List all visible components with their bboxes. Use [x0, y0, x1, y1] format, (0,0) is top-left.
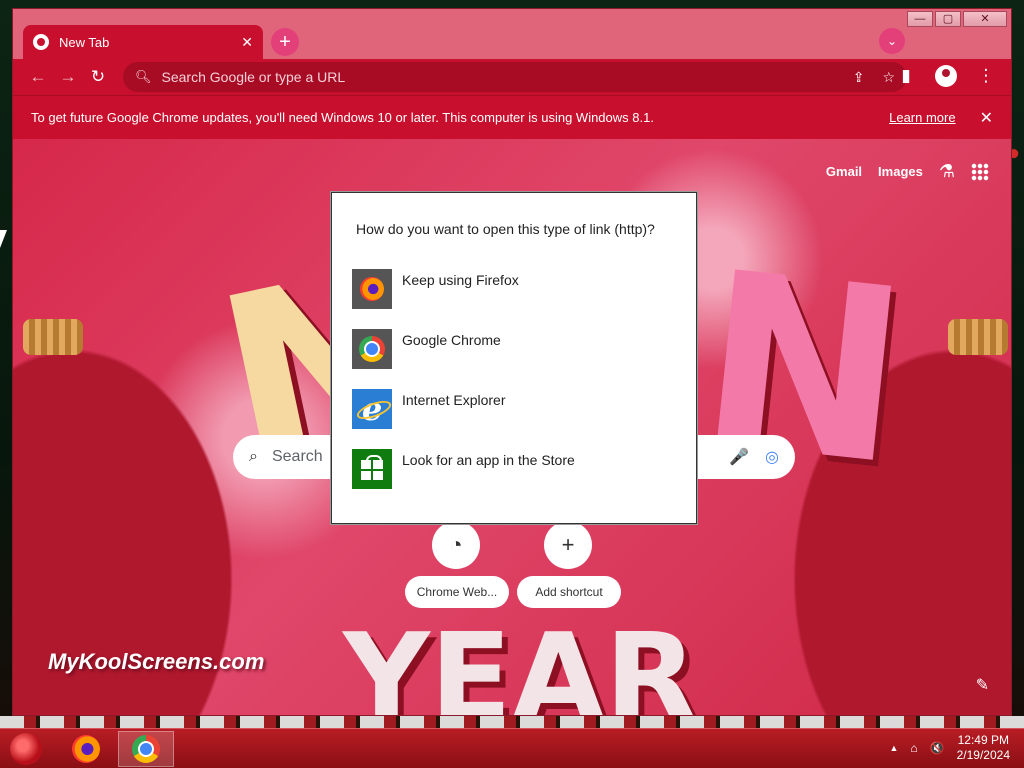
- search-icon: 🔍︎: [135, 69, 152, 84]
- option-google-chrome[interactable]: Google Chrome: [352, 319, 672, 379]
- update-infobar: To get future Google Chrome updates, you…: [13, 95, 1011, 139]
- ornament-cap-left: [23, 319, 83, 355]
- mouse-cursor: [0, 230, 7, 248]
- firefox-icon: [72, 735, 100, 763]
- store-icon: [352, 449, 392, 489]
- show-hidden-icons-icon[interactable]: ▲: [889, 743, 898, 753]
- chrome-icon: [132, 735, 160, 763]
- reload-icon[interactable]: ↻: [83, 67, 113, 87]
- dialog-title: How do you want to open this type of lin…: [356, 221, 655, 237]
- side-panel-icon[interactable]: ▮: [891, 66, 921, 86]
- firefox-icon: [352, 269, 392, 309]
- windows-taskbar: ▲ ⌂ 🔇 12:49 PM 2/19/2024: [0, 728, 1024, 768]
- chrome-favicon-icon: [33, 34, 49, 50]
- taskbar-chrome[interactable]: [118, 731, 174, 767]
- internet-explorer-icon: [352, 389, 392, 429]
- ntp-search-placeholder: Search: [271, 448, 323, 465]
- tab-close-icon[interactable]: ✕: [241, 34, 253, 51]
- new-tab-button[interactable]: +: [271, 28, 299, 56]
- add-shortcut-button[interactable]: Add shortcut: [517, 576, 621, 608]
- option-label: Internet Explorer: [402, 392, 506, 408]
- tab-new-tab[interactable]: New Tab ✕: [23, 25, 263, 59]
- gmail-link[interactable]: Gmail: [826, 164, 862, 179]
- option-label: Keep using Firefox: [402, 272, 519, 288]
- forward-arrow-icon[interactable]: →: [53, 67, 83, 87]
- infobar-close-icon[interactable]: ✕: [980, 108, 993, 128]
- customize-pencil-icon[interactable]: ✎: [976, 675, 989, 695]
- microphone-icon[interactable]: 🎤: [729, 447, 749, 467]
- learn-more-link[interactable]: Learn more: [889, 110, 955, 125]
- menu-kebab-icon[interactable]: ⋮: [971, 66, 1001, 86]
- tab-title: New Tab: [59, 34, 110, 50]
- option-internet-explorer[interactable]: Internet Explorer: [352, 379, 672, 439]
- network-icon[interactable]: ⌂: [910, 741, 917, 755]
- apps-grid-icon[interactable]: [971, 162, 989, 181]
- maximize-button[interactable]: ▢: [935, 11, 961, 27]
- option-keep-firefox[interactable]: Keep using Firefox: [352, 259, 672, 319]
- option-store[interactable]: Look for an app in the Store: [352, 439, 672, 499]
- option-label: Google Chrome: [402, 332, 501, 348]
- volume-muted-icon[interactable]: 🔇: [930, 741, 945, 755]
- ntp-top-links: Gmail Images ⚗: [826, 161, 989, 182]
- window-controls: — ▢ ✕: [907, 11, 1007, 27]
- clock-time: 12:49 PM: [957, 733, 1009, 747]
- share-icon[interactable]: ⇪: [853, 69, 865, 86]
- chrome-icon: [352, 329, 392, 369]
- close-window-button[interactable]: ✕: [963, 11, 1007, 27]
- watermark-text: MyKoolScreens.com: [48, 649, 265, 674]
- clock[interactable]: 12:49 PM 2/19/2024: [957, 733, 1010, 763]
- taskbar-firefox[interactable]: [58, 731, 114, 767]
- browser-toolbar: ← → ↻ 🔍︎ Search Google or type a URL ⇪ ☆…: [13, 59, 1011, 95]
- minimize-button[interactable]: —: [907, 11, 933, 27]
- back-arrow-icon[interactable]: ←: [23, 67, 53, 87]
- clock-date: 2/19/2024: [956, 748, 1010, 762]
- decor-year: YEAR: [343, 609, 698, 716]
- address-bar[interactable]: 🔍︎ Search Google or type a URL ⇪ ☆: [123, 62, 907, 92]
- tab-strip: New Tab ✕ + ⌄ — ▢ ✕: [13, 9, 1011, 59]
- profile-avatar[interactable]: [935, 65, 957, 87]
- search-icon: ⌕: [249, 448, 258, 465]
- add-shortcut-plus-icon[interactable]: +: [544, 521, 592, 569]
- google-lens-icon[interactable]: ◎: [765, 447, 779, 467]
- system-tray: ▲ ⌂ 🔇 12:49 PM 2/19/2024: [889, 733, 1010, 763]
- open-with-dialog: How do you want to open this type of lin…: [331, 192, 697, 524]
- start-button[interactable]: [10, 733, 42, 765]
- taskbar-decor-strip: [0, 716, 1024, 728]
- chrome-web-store-shortcut-icon[interactable]: ◔: [432, 521, 480, 569]
- images-link[interactable]: Images: [878, 164, 923, 179]
- option-label: Look for an app in the Store: [402, 452, 575, 468]
- tab-search-button[interactable]: ⌄: [879, 28, 905, 54]
- ornament-cap-right: [948, 319, 1008, 355]
- labs-flask-icon[interactable]: ⚗: [939, 161, 955, 182]
- chrome-web-store-shortcut[interactable]: Chrome Web...: [405, 576, 509, 608]
- infobar-message: To get future Google Chrome updates, you…: [31, 110, 654, 125]
- address-bar-placeholder: Search Google or type a URL: [161, 69, 346, 85]
